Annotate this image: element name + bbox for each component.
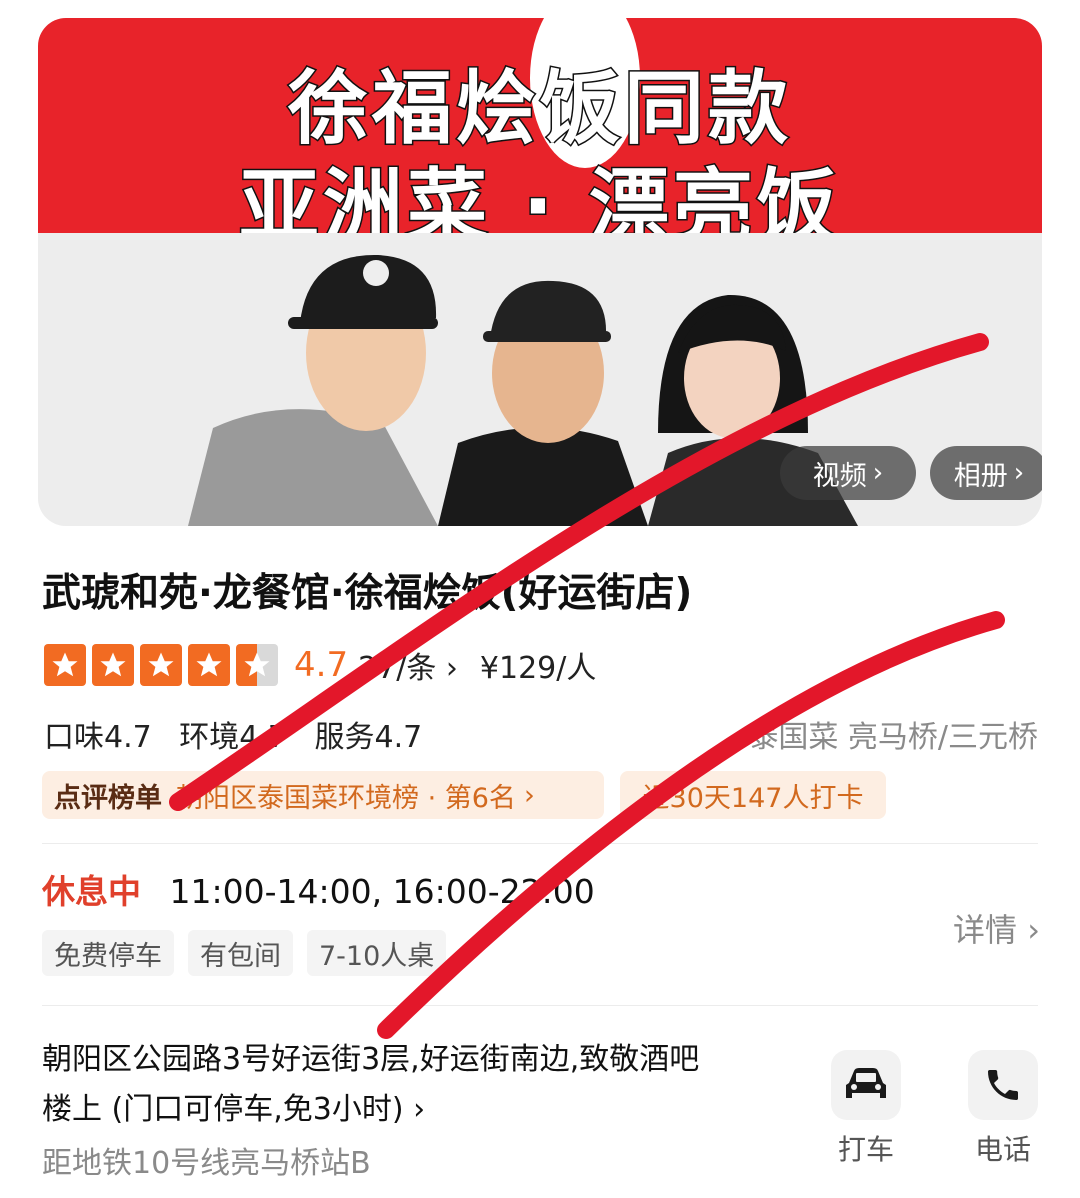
service-score: 服务4.7 bbox=[314, 720, 423, 755]
half-star-icon bbox=[236, 644, 278, 686]
album-button-label: 相册 bbox=[953, 460, 1008, 492]
car-icon bbox=[831, 1050, 901, 1120]
hero-banner[interactable]: 徐福烩饭同款 亚洲菜 · 漂亮饭 视频 › 相册 › bbox=[38, 18, 1042, 526]
tag-table-size: 7-10人桌 bbox=[307, 930, 447, 976]
chevron-right-icon: › bbox=[413, 1092, 426, 1127]
divider bbox=[42, 843, 1038, 844]
ranking-text: 朝阳区泰国菜环境榜 · 第6名 bbox=[176, 782, 516, 814]
chevron-right-icon: › bbox=[1027, 911, 1040, 949]
chevron-right-icon: › bbox=[872, 458, 884, 488]
detail-link[interactable]: 详情 › bbox=[953, 905, 1040, 951]
review-count-text: 27/条 bbox=[358, 651, 437, 686]
facility-tags: 免费停车 有包间 7-10人桌 bbox=[42, 930, 447, 976]
taxi-label: 打车 bbox=[837, 1133, 894, 1166]
tag-free-parking: 免费停车 bbox=[42, 930, 174, 976]
sub-scores: 口味4.7 环境4.7 服务4.7 bbox=[44, 712, 440, 756]
shop-name: 武琥和苑·龙餐馆·徐福烩饭(好运街店) bbox=[42, 571, 693, 616]
star-icon bbox=[188, 644, 230, 686]
rating-row[interactable]: 4.7 27/条 › ¥129/人 bbox=[44, 640, 596, 690]
video-button-label: 视频 bbox=[812, 460, 867, 492]
chevron-right-icon: › bbox=[1013, 458, 1025, 488]
taxi-button[interactable]: 打车 bbox=[826, 1050, 906, 1168]
divider bbox=[42, 1005, 1038, 1006]
ranking-badge[interactable]: 点评榜单 朝阳区泰国菜环境榜 · 第6名 › bbox=[42, 771, 604, 819]
phone-label: 电话 bbox=[974, 1133, 1031, 1166]
video-button[interactable]: 视频 › bbox=[780, 446, 916, 500]
chevron-right-icon: › bbox=[523, 779, 535, 811]
chevron-right-icon: › bbox=[445, 651, 458, 686]
status-label: 休息中 bbox=[42, 872, 141, 911]
metro-distance: 距地铁10号线亮马桥站B bbox=[42, 1146, 371, 1181]
checkin-badge[interactable]: 近30天147人打卡 bbox=[620, 771, 886, 819]
opening-hours: 11:00-14:00, 16:00-22:00 bbox=[169, 872, 595, 911]
star-icon bbox=[92, 644, 134, 686]
phone-button[interactable]: 电话 bbox=[963, 1050, 1043, 1168]
price-per-person: ¥129/人 bbox=[479, 651, 597, 686]
ranking-tag: 点评榜单 bbox=[54, 782, 162, 814]
phone-icon bbox=[968, 1050, 1038, 1120]
review-count[interactable]: 27/条 › bbox=[358, 643, 458, 687]
detail-link-label: 详情 bbox=[953, 911, 1018, 949]
opening-status: 休息中 11:00-14:00, 16:00-22:00 bbox=[42, 865, 595, 913]
album-button[interactable]: 相册 › bbox=[930, 446, 1042, 500]
cuisine-area: 泰国菜 亮马桥/三元桥 bbox=[748, 720, 1038, 755]
taste-score: 口味4.7 bbox=[44, 720, 152, 755]
environment-score: 环境4.7 bbox=[179, 720, 287, 755]
address-text: 朝阳区公园路3号好运街3层,好运街南边,致敬酒吧楼上 (门口可停车,免3小时) bbox=[42, 1042, 700, 1127]
star-icon bbox=[140, 644, 182, 686]
tag-private-room: 有包间 bbox=[188, 930, 293, 976]
address[interactable]: 朝阳区公园路3号好运街3层,好运街南边,致敬酒吧楼上 (门口可停车,免3小时) … bbox=[42, 1035, 722, 1135]
rating-score: 4.7 bbox=[294, 645, 349, 685]
star-icon bbox=[44, 644, 86, 686]
